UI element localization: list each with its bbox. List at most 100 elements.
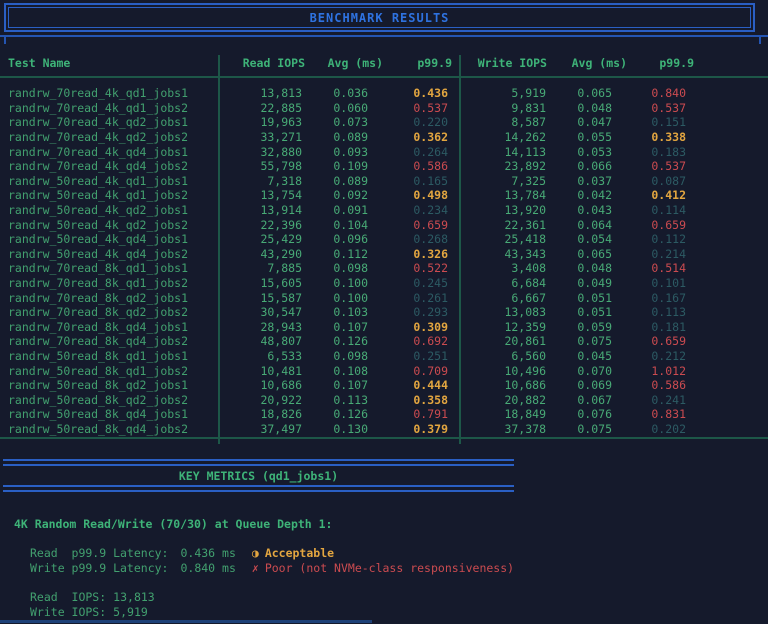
cell-test-name: randrw_50read_8k_qd1_jobs2 bbox=[0, 364, 216, 378]
read-iops-value: 13,813 bbox=[113, 590, 155, 604]
read-iops-line: Read IOPS: 13,813 bbox=[30, 590, 155, 604]
cell-write-iops: 12,359 bbox=[448, 320, 546, 334]
cell-test-name: randrw_50read_8k_qd2_jobs1 bbox=[0, 378, 216, 392]
table-row: randrw_70read_4k_qd1_jobs2 22,885 0.060 … bbox=[0, 101, 768, 116]
cell-write-avg: 0.054 bbox=[546, 232, 612, 246]
cell-read-avg: 0.036 bbox=[302, 86, 368, 100]
cell-write-p999: 0.212 bbox=[612, 349, 686, 363]
cell-read-avg: 0.098 bbox=[302, 261, 368, 275]
write-latency-line: Write p99.9 Latency: 0.840 ms ✗ Poor (no… bbox=[30, 561, 514, 575]
cell-write-p999: 0.659 bbox=[612, 218, 686, 232]
cell-write-avg: 0.075 bbox=[546, 334, 612, 348]
col-header-write-avg: Avg (ms) bbox=[547, 56, 627, 72]
key-metrics-title: KEY METRICS (qd1_jobs1) bbox=[3, 466, 514, 485]
cell-write-iops: 13,083 bbox=[448, 305, 546, 319]
cell-write-p999: 0.181 bbox=[612, 320, 686, 334]
cell-read-p999: 0.709 bbox=[368, 364, 448, 378]
cell-write-p999: 0.840 bbox=[612, 86, 686, 100]
cell-write-p999: 0.101 bbox=[612, 276, 686, 290]
cell-write-iops: 8,587 bbox=[448, 115, 546, 129]
cell-write-avg: 0.051 bbox=[546, 305, 612, 319]
table-header-row: Test Name Read IOPS Avg (ms) p99.9 Write… bbox=[0, 56, 768, 72]
cell-test-name: randrw_70read_4k_qd1_jobs2 bbox=[0, 101, 216, 115]
cell-read-iops: 43,290 bbox=[216, 247, 302, 261]
cell-write-avg: 0.065 bbox=[546, 86, 612, 100]
cell-read-avg: 0.073 bbox=[302, 115, 368, 129]
cell-read-p999: 0.245 bbox=[368, 276, 448, 290]
cell-read-iops: 10,481 bbox=[216, 364, 302, 378]
table-row: randrw_50read_8k_qd1_jobs1 6,533 0.098 0… bbox=[0, 349, 768, 364]
cell-write-p999: 0.151 bbox=[612, 115, 686, 129]
cell-write-avg: 0.043 bbox=[546, 203, 612, 217]
read-latency-label: Read p99.9 Latency: bbox=[30, 546, 168, 560]
cell-read-p999: 0.436 bbox=[368, 86, 448, 100]
x-mark-icon: ✗ bbox=[252, 561, 259, 575]
cell-read-iops: 6,533 bbox=[216, 349, 302, 363]
cell-test-name: randrw_70read_8k_qd4_jobs1 bbox=[0, 320, 216, 334]
cell-read-p999: 0.498 bbox=[368, 188, 448, 202]
write-latency-status-text: Poor (not NVMe-class responsiveness) bbox=[265, 561, 514, 575]
cell-write-avg: 0.053 bbox=[546, 145, 612, 159]
cell-write-p999: 0.114 bbox=[612, 203, 686, 217]
cell-test-name: randrw_50read_8k_qd4_jobs1 bbox=[0, 407, 216, 421]
cell-read-p999: 0.362 bbox=[368, 130, 448, 144]
terminal-screen: BENCHMARK RESULTS Test Name Read IOPS Av… bbox=[0, 0, 768, 624]
cell-read-iops: 22,885 bbox=[216, 101, 302, 115]
table-body: randrw_70read_4k_qd1_jobs1 13,813 0.036 … bbox=[0, 86, 768, 436]
read-latency-status-badge: ◑ Acceptable bbox=[252, 546, 334, 560]
cell-write-iops: 25,418 bbox=[448, 232, 546, 246]
cell-test-name: randrw_50read_8k_qd4_jobs2 bbox=[0, 422, 216, 436]
cell-write-avg: 0.059 bbox=[546, 320, 612, 334]
cell-test-name: randrw_50read_4k_qd2_jobs2 bbox=[0, 218, 216, 232]
table-row: randrw_50read_4k_qd4_jobs1 25,429 0.096 … bbox=[0, 232, 768, 247]
cell-test-name: randrw_70read_8k_qd1_jobs1 bbox=[0, 261, 216, 275]
cell-write-p999: 0.412 bbox=[612, 188, 686, 202]
cell-read-iops: 33,271 bbox=[216, 130, 302, 144]
cell-write-p999: 0.831 bbox=[612, 407, 686, 421]
cell-write-avg: 0.064 bbox=[546, 218, 612, 232]
cell-write-p999: 0.514 bbox=[612, 261, 686, 275]
table-row: randrw_70read_8k_qd2_jobs1 15,587 0.100 … bbox=[0, 290, 768, 305]
cell-write-iops: 5,919 bbox=[448, 86, 546, 100]
cell-read-p999: 0.537 bbox=[368, 101, 448, 115]
cell-write-avg: 0.047 bbox=[546, 115, 612, 129]
write-iops-line: Write IOPS: 5,919 bbox=[30, 605, 148, 619]
cell-write-avg: 0.076 bbox=[546, 407, 612, 421]
cell-write-avg: 0.048 bbox=[546, 261, 612, 275]
cell-write-p999: 0.338 bbox=[612, 130, 686, 144]
table-row: randrw_50read_4k_qd4_jobs2 43,290 0.112 … bbox=[0, 247, 768, 262]
table-row: randrw_50read_8k_qd2_jobs2 20,922 0.113 … bbox=[0, 392, 768, 407]
cell-read-iops: 37,497 bbox=[216, 422, 302, 436]
cell-read-avg: 0.091 bbox=[302, 203, 368, 217]
benchmark-results-banner: BENCHMARK RESULTS bbox=[4, 3, 755, 32]
cell-read-p999: 0.261 bbox=[368, 291, 448, 305]
cell-write-p999: 0.113 bbox=[612, 305, 686, 319]
cell-write-p999: 0.202 bbox=[612, 422, 686, 436]
cell-write-avg: 0.069 bbox=[546, 378, 612, 392]
cell-read-iops: 48,807 bbox=[216, 334, 302, 348]
cell-read-iops: 18,826 bbox=[216, 407, 302, 421]
cell-read-avg: 0.108 bbox=[302, 364, 368, 378]
col-header-write-iops: Write IOPS bbox=[452, 56, 547, 72]
cell-read-avg: 0.096 bbox=[302, 232, 368, 246]
table-row: randrw_50read_8k_qd4_jobs1 18,826 0.126 … bbox=[0, 407, 768, 422]
cell-read-iops: 13,754 bbox=[216, 188, 302, 202]
cell-test-name: randrw_50read_4k_qd2_jobs1 bbox=[0, 203, 216, 217]
table-row: randrw_50read_4k_qd2_jobs1 13,914 0.091 … bbox=[0, 203, 768, 218]
cell-read-p999: 0.692 bbox=[368, 334, 448, 348]
cell-read-iops: 7,318 bbox=[216, 174, 302, 188]
cell-write-p999: 0.659 bbox=[612, 334, 686, 348]
cell-write-avg: 0.065 bbox=[546, 247, 612, 261]
cell-read-iops: 19,963 bbox=[216, 115, 302, 129]
cell-read-p999: 0.268 bbox=[368, 232, 448, 246]
table-row: randrw_50read_4k_qd2_jobs2 22,396 0.104 … bbox=[0, 217, 768, 232]
table-row: randrw_70read_4k_qd2_jobs2 33,271 0.089 … bbox=[0, 130, 768, 145]
cell-read-avg: 0.113 bbox=[302, 393, 368, 407]
cell-read-iops: 55,798 bbox=[216, 159, 302, 173]
banner-underline bbox=[0, 35, 768, 37]
cell-write-iops: 13,784 bbox=[448, 188, 546, 202]
cell-read-iops: 7,885 bbox=[216, 261, 302, 275]
cell-write-p999: 0.112 bbox=[612, 232, 686, 246]
table-row: randrw_70read_8k_qd1_jobs1 7,885 0.098 0… bbox=[0, 261, 768, 276]
cell-read-iops: 10,686 bbox=[216, 378, 302, 392]
